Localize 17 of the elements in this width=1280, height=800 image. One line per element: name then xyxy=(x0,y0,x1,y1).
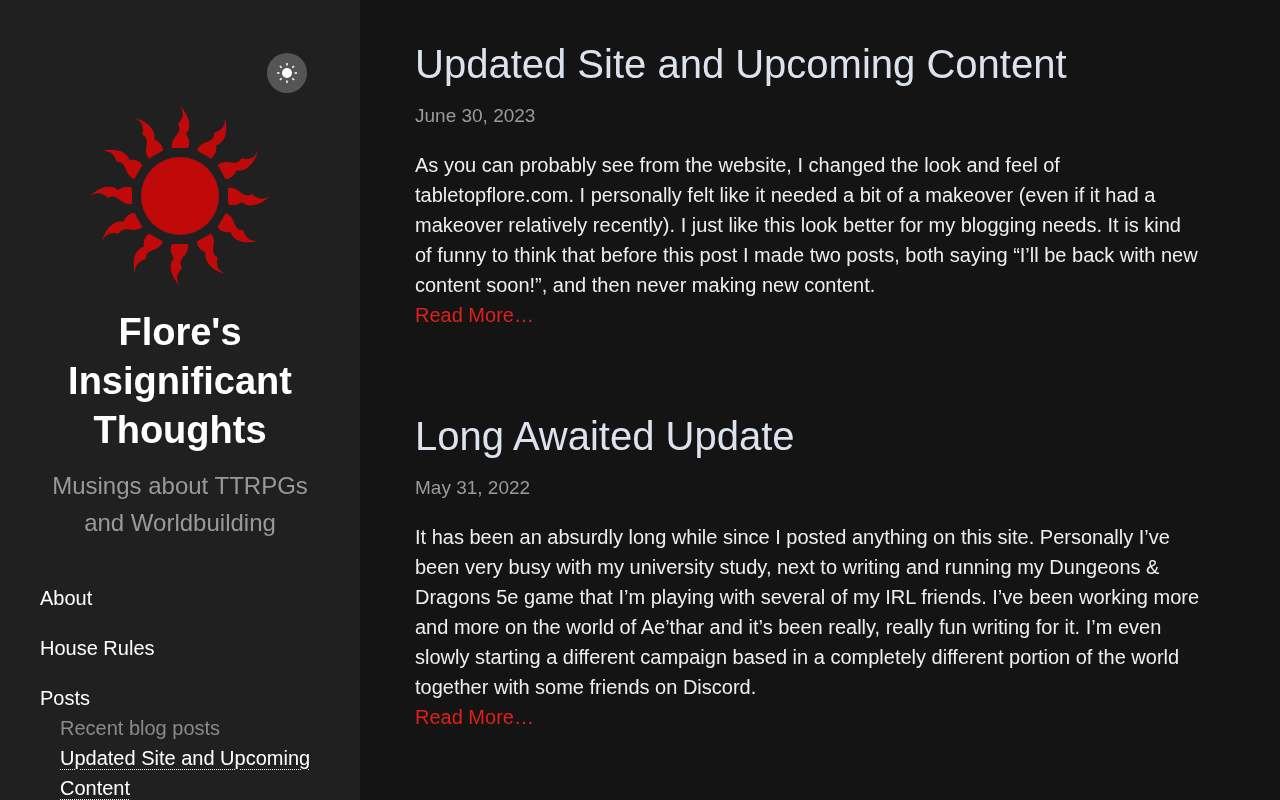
post-title[interactable]: Long Awaited Update xyxy=(415,410,1200,462)
post-date: May 31, 2022 xyxy=(415,476,532,500)
post-title[interactable]: Updated Site and Upcoming Content xyxy=(415,38,1200,90)
nav-link[interactable]: Posts xyxy=(40,687,91,709)
read-more-link[interactable]: Read More… xyxy=(415,706,534,728)
post-link[interactable]: Updated Site and Upcoming Content xyxy=(60,743,320,800)
post-excerpt: As you can probably see from the website, I changed the look and feel of tabletopflore.com. I personally felt like it needed a bit of a makeover (even if it had a makeover relatively recently). I just like this look better for my blogging needs. It is kind of funny to think that before this post I made two posts, both saying “I’ll be back with new content soon!”, and then never making new content. xyxy=(415,153,1199,298)
theme-toggle-button[interactable] xyxy=(267,53,307,93)
read-more-link[interactable]: Read More… xyxy=(415,304,534,326)
nav-link[interactable]: About xyxy=(40,587,93,609)
nav-subheading: Recent blog posts xyxy=(60,716,222,741)
post-excerpt: It has been an absurdly long while since I posted anything on this site. Personally I’ve been very busy with my university study, next to writing and running my Dungeons & Dragons 5e game that I’m playing with several of my IRL friends. I’ve been working more and more on the world of Ae’thar and it’s been really, really fun writing for it. I’m even slowly starting a different campaign based in a completely different portion of the world together with some friends on Discord. xyxy=(415,525,1200,700)
nav-link[interactable]: House Rules xyxy=(40,637,155,659)
sun-icon xyxy=(276,62,298,84)
site-title: Flore's Insignificant Thoughts xyxy=(67,310,293,453)
post-date: June 30, 2023 xyxy=(415,104,537,128)
site-tagline: Musings about TTRPGs and Worldbuilding xyxy=(51,471,309,538)
